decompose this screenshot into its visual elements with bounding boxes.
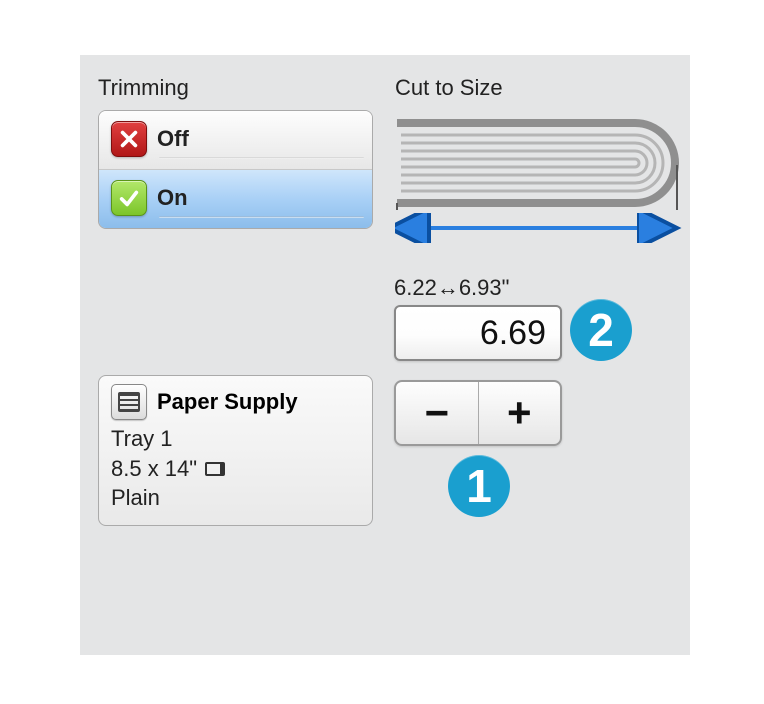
trimming-on-option[interactable]: On bbox=[99, 170, 372, 228]
callout-2-badge: 2 bbox=[570, 299, 632, 361]
cut-size-stepper: − + bbox=[394, 380, 562, 446]
divider bbox=[159, 216, 364, 218]
trimming-title: Trimming bbox=[98, 75, 189, 101]
paper-size-text: 8.5 x 14" bbox=[111, 454, 197, 484]
check-icon bbox=[111, 180, 147, 216]
paper-supply-box[interactable]: Paper Supply Tray 1 8.5 x 14" Plain bbox=[98, 375, 373, 526]
increase-button[interactable]: + bbox=[479, 382, 561, 444]
trimming-off-option[interactable]: Off bbox=[99, 111, 372, 170]
paper-supply-title: Paper Supply bbox=[157, 389, 298, 415]
tray-icon bbox=[111, 384, 147, 420]
callout-1-badge: 1 bbox=[448, 455, 510, 517]
paper-supply-header: Paper Supply bbox=[111, 384, 360, 420]
paper-tray-line: Tray 1 bbox=[111, 424, 360, 454]
width-arrow-icon bbox=[395, 213, 687, 243]
paper-type-line: Plain bbox=[111, 483, 360, 513]
paper-stack-illustration bbox=[395, 115, 687, 210]
orientation-icon bbox=[205, 462, 225, 476]
cut-to-size-title: Cut to Size bbox=[395, 75, 503, 101]
x-icon bbox=[111, 121, 147, 157]
decrease-button[interactable]: − bbox=[396, 382, 479, 444]
trimming-options: Off On bbox=[98, 110, 373, 229]
paper-size-line: 8.5 x 14" bbox=[111, 454, 360, 484]
cut-size-range: 6.22↔6.93" bbox=[394, 275, 509, 301]
trimming-off-label: Off bbox=[157, 126, 189, 152]
trimming-on-label: On bbox=[157, 185, 188, 211]
cut-size-value[interactable]: 6.69 bbox=[394, 305, 562, 361]
divider bbox=[159, 157, 364, 159]
trimming-panel: Trimming Off On Cut to Size bbox=[80, 55, 690, 655]
